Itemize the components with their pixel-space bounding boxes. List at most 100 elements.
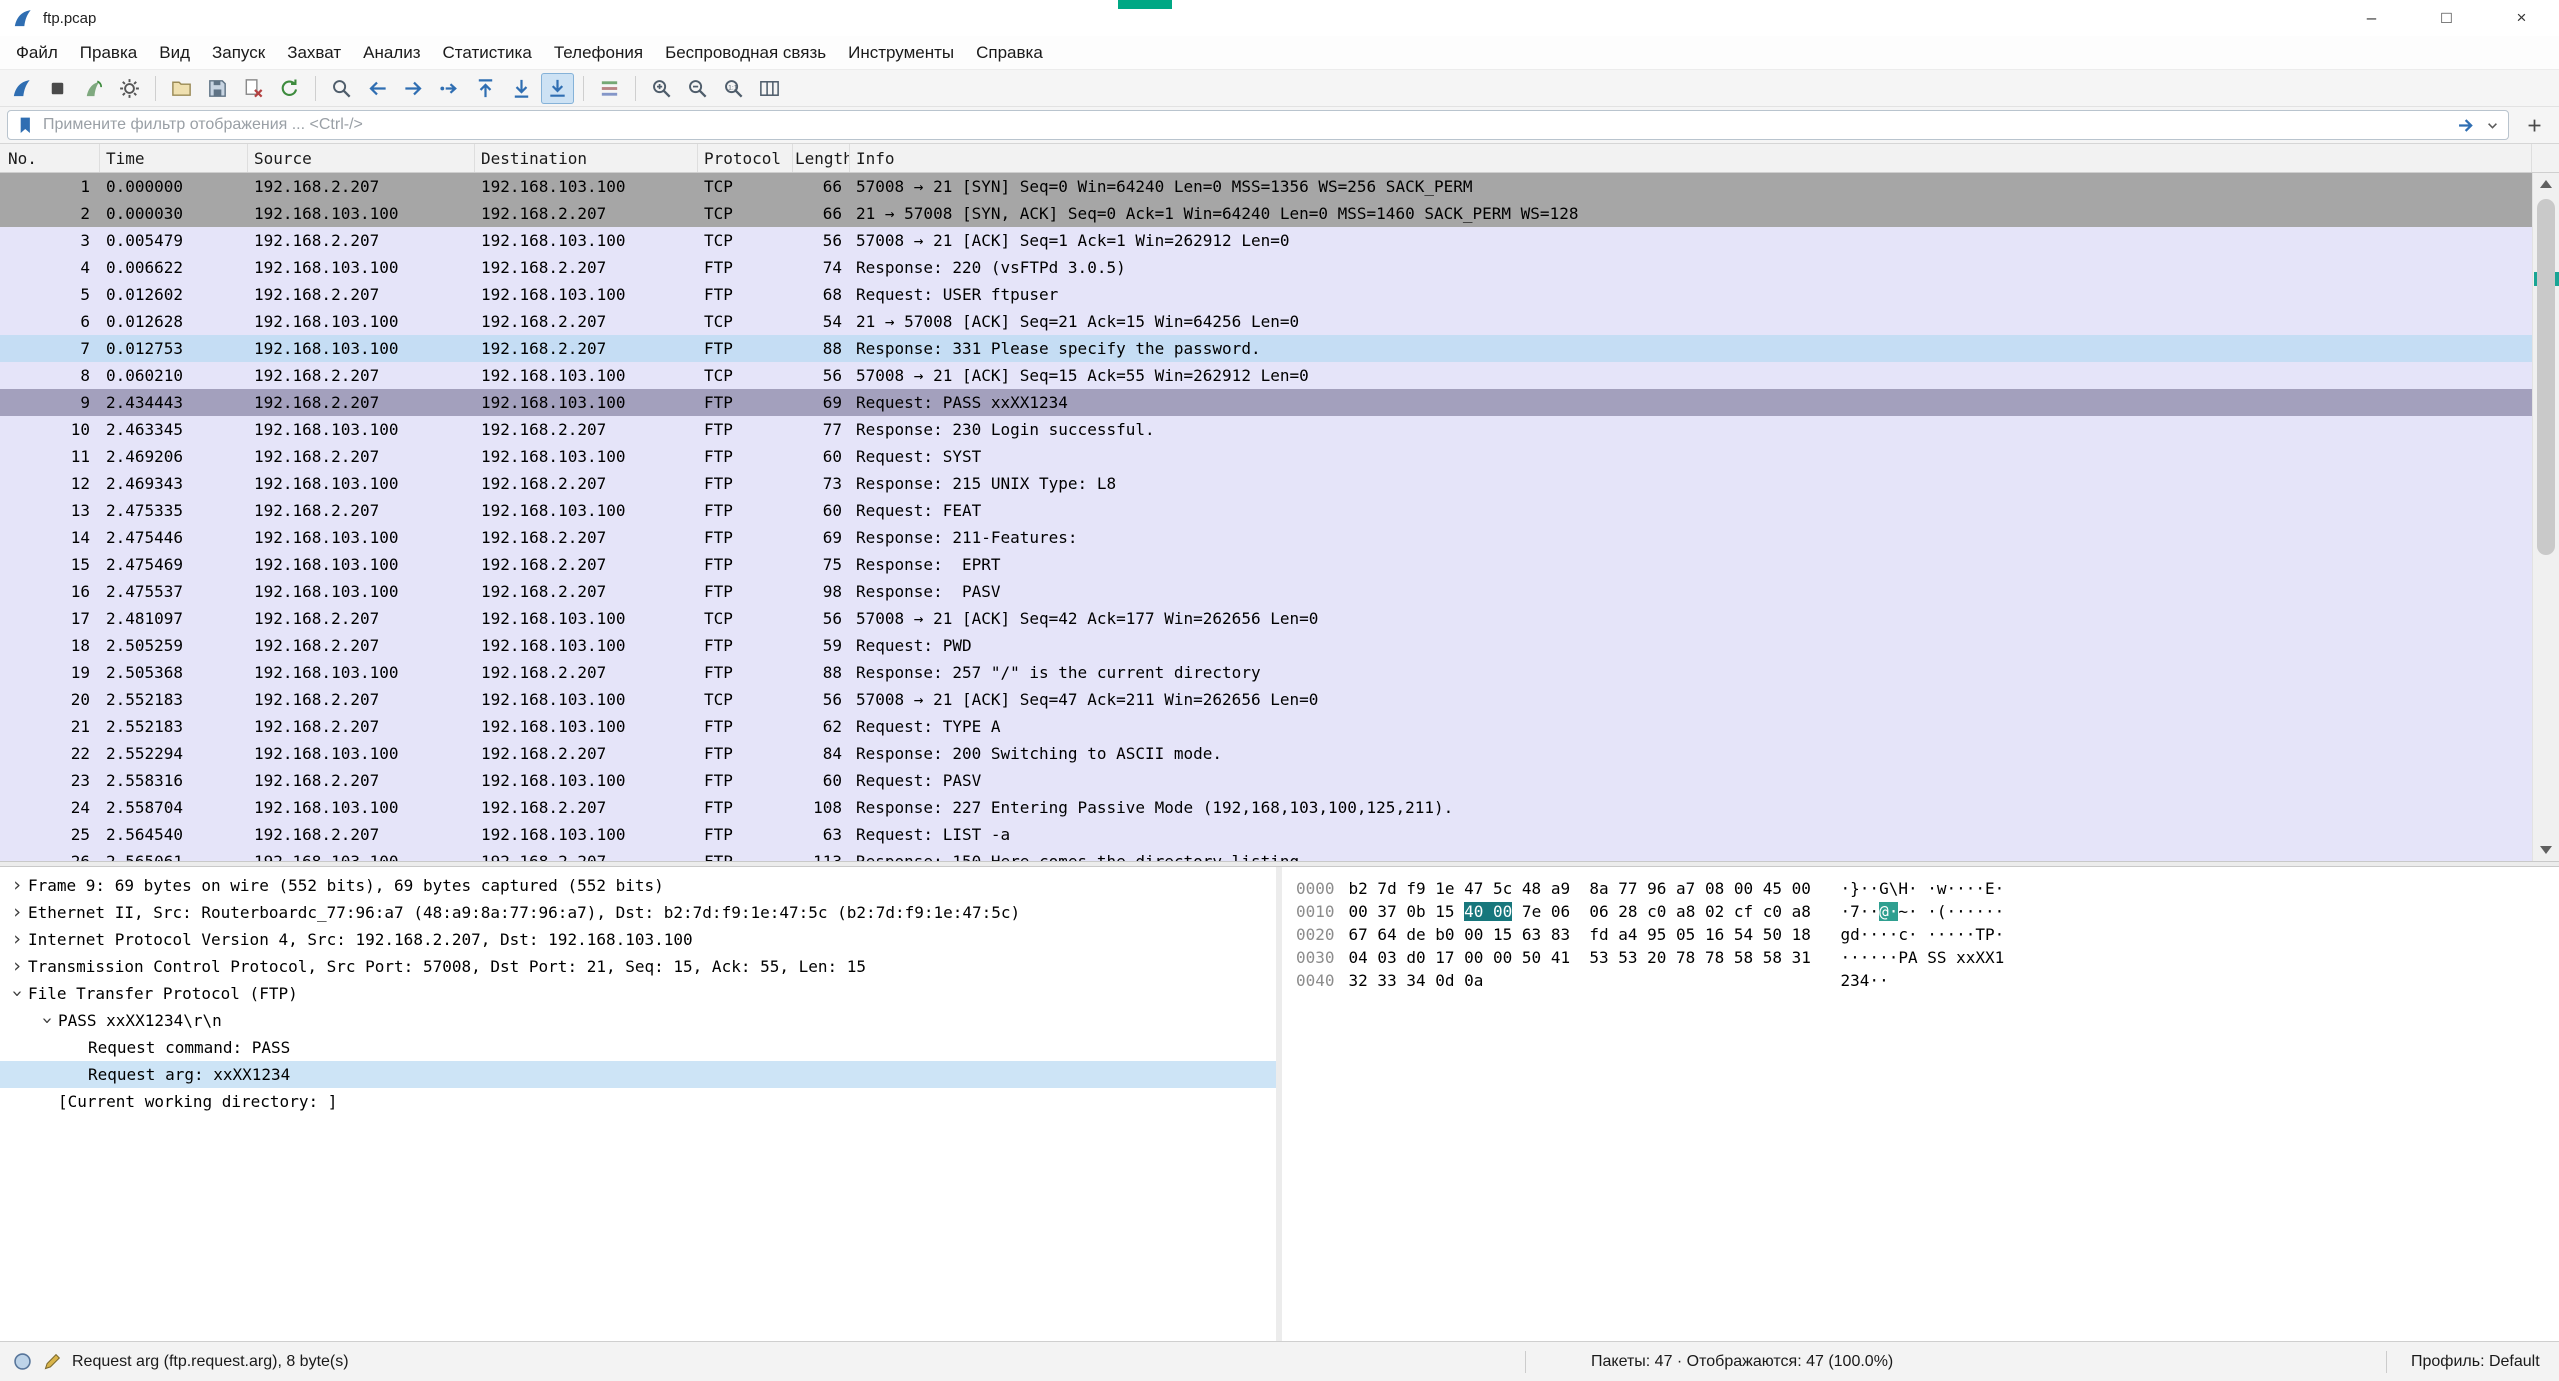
packet-row-12[interactable]: 122.469343192.168.103.100192.168.2.207FT… [0,470,2532,497]
go-back-icon[interactable] [361,73,394,104]
column-header-no[interactable]: No. [0,144,100,172]
auto-scroll-icon[interactable] [541,73,574,104]
packet-row-6[interactable]: 60.012628192.168.103.100192.168.2.207TCP… [0,308,2532,335]
column-header-time[interactable]: Time [100,144,248,172]
capture-options-icon[interactable] [113,73,146,104]
open-file-icon[interactable] [165,73,198,104]
scrollbar-thumb[interactable] [2537,199,2555,555]
find-packet-icon[interactable] [325,73,358,104]
column-header-protocol[interactable]: Protocol [698,144,793,172]
bookmark-icon[interactable] [15,115,36,136]
go-forward-icon[interactable] [397,73,430,104]
minimize-button[interactable]: – [2334,0,2409,36]
zoom-in-icon[interactable] [645,73,678,104]
menu-item-file[interactable]: Файл [5,36,69,69]
packet-row-2[interactable]: 20.000030192.168.103.100192.168.2.207TCP… [0,200,2532,227]
expert-info-icon[interactable] [12,1351,33,1372]
detail-row-6[interactable]: Request command: PASS [0,1034,1276,1061]
stop-capture-icon[interactable] [41,73,74,104]
hex-row[interactable]: 002067 64 de b0 00 15 63 83 fd a4 95 05 … [1296,923,2559,946]
hex-row[interactable]: 0000b2 7d f9 1e 47 5c 48 a9 8a 77 96 a7 … [1296,877,2559,900]
packet-row-4[interactable]: 40.006622192.168.103.100192.168.2.207FTP… [0,254,2532,281]
scroll-down-icon[interactable] [2533,839,2559,861]
column-header-length[interactable]: Length [793,144,850,172]
packet-row-24[interactable]: 242.558704192.168.103.100192.168.2.207FT… [0,794,2532,821]
menu-item-analyze[interactable]: Анализ [352,36,431,69]
display-filter-input[interactable] [43,116,2449,134]
resize-columns-icon[interactable] [753,73,786,104]
menu-item-statistics[interactable]: Статистика [432,36,543,69]
hex-row[interactable]: 004032 33 34 0d 0a234·· [1296,969,2559,992]
packet-row-9[interactable]: 92.434443192.168.2.207192.168.103.100FTP… [0,389,2532,416]
packet-row-25[interactable]: 252.564540192.168.2.207192.168.103.100FT… [0,821,2532,848]
menu-item-view[interactable]: Вид [148,36,201,69]
reload-file-icon[interactable] [273,73,306,104]
packet-row-7[interactable]: 70.012753192.168.103.100192.168.2.207FTP… [0,335,2532,362]
zoom-100-icon[interactable]: 1:1 [717,73,750,104]
menu-item-help[interactable]: Справка [965,36,1054,69]
column-header-source[interactable]: Source [248,144,475,172]
detail-row-4[interactable]: ›File Transfer Protocol (FTP) [0,980,1276,1007]
packet-row-3[interactable]: 30.005479192.168.2.207192.168.103.100TCP… [0,227,2532,254]
detail-row-3[interactable]: ›Transmission Control Protocol, Src Port… [0,953,1276,980]
packet-row-14[interactable]: 142.475446192.168.103.100192.168.2.207FT… [0,524,2532,551]
go-to-packet-icon[interactable] [433,73,466,104]
go-to-last-icon[interactable] [505,73,538,104]
restart-capture-icon[interactable] [77,73,110,104]
packet-row-13[interactable]: 132.475335192.168.2.207192.168.103.100FT… [0,497,2532,524]
packet-row-15[interactable]: 152.475469192.168.103.100192.168.2.207FT… [0,551,2532,578]
expander-icon[interactable]: › [6,899,28,926]
detail-row-7[interactable]: Request arg: xxXX1234 [0,1061,1276,1088]
menu-item-go[interactable]: Запуск [201,36,276,69]
expander-icon[interactable]: › [6,872,28,899]
packet-row-19[interactable]: 192.505368192.168.103.100192.168.2.207FT… [0,659,2532,686]
packet-row-10[interactable]: 102.463345192.168.103.100192.168.2.207FT… [0,416,2532,443]
packet-row-8[interactable]: 80.060210192.168.2.207192.168.103.100TCP… [0,362,2532,389]
packet-row-21[interactable]: 212.552183192.168.2.207192.168.103.100FT… [0,713,2532,740]
menu-item-tools[interactable]: Инструменты [837,36,965,69]
go-to-first-icon[interactable] [469,73,502,104]
menu-item-capture[interactable]: Захват [276,36,352,69]
packet-list-scrollbar[interactable] [2532,173,2559,861]
maximize-button[interactable]: □ [2409,0,2484,36]
close-file-icon[interactable] [237,73,270,104]
capture-comment-icon[interactable] [42,1351,63,1372]
scroll-up-icon[interactable] [2533,173,2559,195]
zoom-out-icon[interactable] [681,73,714,104]
packet-row-16[interactable]: 162.475537192.168.103.100192.168.2.207FT… [0,578,2532,605]
packet-row-11[interactable]: 112.469206192.168.2.207192.168.103.100FT… [0,443,2532,470]
detail-row-2[interactable]: ›Internet Protocol Version 4, Src: 192.1… [0,926,1276,953]
menu-item-edit[interactable]: Правка [69,36,148,69]
menu-item-wireless[interactable]: Беспроводная связь [654,36,837,69]
packet-row-20[interactable]: 202.552183192.168.2.207192.168.103.100TC… [0,686,2532,713]
packet-row-17[interactable]: 172.481097192.168.2.207192.168.103.100TC… [0,605,2532,632]
status-profile[interactable]: Профиль: Default [2397,1353,2547,1371]
packet-row-1[interactable]: 10.000000192.168.2.207192.168.103.100TCP… [0,173,2532,200]
column-header-info[interactable]: Info [850,144,2532,172]
filter-dropdown-icon[interactable] [2484,117,2501,134]
expander-icon[interactable]: › [4,983,31,1005]
add-filter-button[interactable] [2516,110,2552,140]
close-button[interactable]: × [2484,0,2559,36]
hex-row[interactable]: 001000 37 0b 15 40 00 7e 06 06 28 c0 a8 … [1296,900,2559,923]
packet-cell: 192.168.103.100 [475,713,698,740]
packet-row-22[interactable]: 222.552294192.168.103.100192.168.2.207FT… [0,740,2532,767]
packet-row-23[interactable]: 232.558316192.168.2.207192.168.103.100FT… [0,767,2532,794]
packet-row-18[interactable]: 182.505259192.168.2.207192.168.103.100FT… [0,632,2532,659]
expander-icon[interactable]: › [6,926,28,953]
detail-row-0[interactable]: ›Frame 9: 69 bytes on wire (552 bits), 6… [0,872,1276,899]
expander-icon[interactable]: › [34,1010,61,1032]
packet-row-26[interactable]: 262.565061192.168.103.100192.168.2.207FT… [0,848,2532,861]
packet-row-5[interactable]: 50.012602192.168.2.207192.168.103.100FTP… [0,281,2532,308]
start-capture-icon[interactable] [5,73,38,104]
detail-row-5[interactable]: ›PASS xxXX1234\r\n [0,1007,1276,1034]
save-file-icon[interactable] [201,73,234,104]
detail-row-1[interactable]: ›Ethernet II, Src: Routerboardc_77:96:a7… [0,899,1276,926]
menu-item-telephony[interactable]: Телефония [543,36,654,69]
column-header-destination[interactable]: Destination [475,144,698,172]
detail-row-8[interactable]: [Current working directory: ] [0,1088,1276,1115]
colorize-icon[interactable] [593,73,626,104]
expander-icon[interactable]: › [6,953,28,980]
hex-row[interactable]: 003004 03 d0 17 00 00 50 41 53 53 20 78 … [1296,946,2559,969]
filter-apply-icon[interactable] [2456,115,2477,136]
